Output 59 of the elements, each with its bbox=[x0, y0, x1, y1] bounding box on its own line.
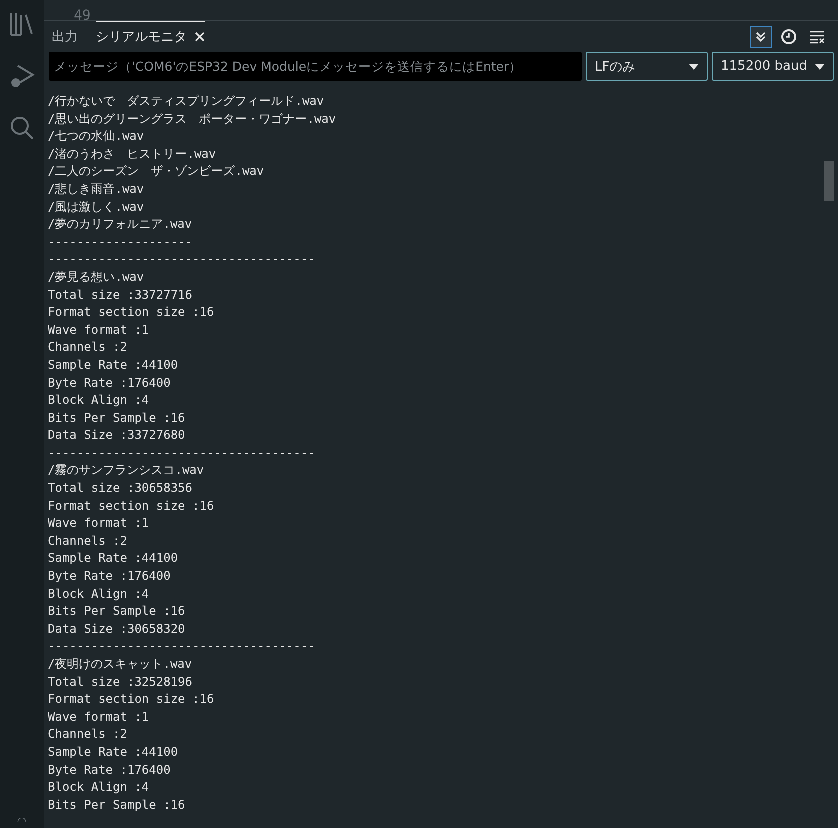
caret-icon bbox=[689, 64, 699, 70]
output-line: /夢見る想い.wav bbox=[48, 268, 146, 286]
output-line: Byte Rate :176400 bbox=[48, 762, 172, 779]
output-line: ------------------------------------- bbox=[48, 638, 316, 656]
output-line: /七つの水仙.wav bbox=[48, 128, 146, 146]
double-chevron-down-icon bbox=[755, 30, 767, 42]
autoscroll-button[interactable] bbox=[750, 26, 772, 48]
caret-icon bbox=[815, 64, 825, 70]
output-line: -------------------- bbox=[48, 234, 194, 251]
baud-rate-dropdown[interactable]: 115200 baud bbox=[712, 52, 834, 81]
output-line: Bits Per Sample :16 bbox=[48, 796, 186, 814]
output-line: /二人のシーズン ザ・ゾンビーズ.wav bbox=[48, 163, 266, 180]
output-line: Total size :32528196 bbox=[48, 674, 194, 691]
debug-play-icon[interactable] bbox=[9, 63, 35, 89]
output-line: ------------------------------------- bbox=[48, 251, 316, 268]
output-line: Wave format :1 bbox=[48, 322, 150, 339]
message-input[interactable]: メッセージ（'COM6'のESP32 Dev Moduleにメッセージを送信するにはEnter） bbox=[49, 52, 582, 81]
output-line: /風は激しく.wav bbox=[48, 198, 146, 216]
output-line: Total size :33727716 bbox=[48, 286, 194, 304]
output-line: Sample Rate :44100 bbox=[48, 550, 180, 568]
clock-icon bbox=[781, 28, 797, 44]
output-line: /渚のうわさ ヒストリー.wav bbox=[48, 146, 218, 163]
output-line: Channels :2 bbox=[48, 532, 128, 550]
output-line: Data Size :30658320 bbox=[48, 620, 186, 638]
output-line: Total size :30658356 bbox=[48, 480, 194, 498]
output-line: Format section size :16 bbox=[48, 498, 216, 515]
tab-label[interactable]: 出力 bbox=[52, 28, 78, 46]
output-line: /悲しき雨音.wav bbox=[48, 180, 146, 198]
output-line: Byte Rate :176400 bbox=[48, 568, 172, 586]
output-line: Format section size :16 bbox=[48, 304, 216, 322]
output-line: Format section size :16 bbox=[48, 691, 216, 708]
line-ending-dropdown[interactable]: LFのみ bbox=[586, 52, 708, 81]
output-line: ------------------------------------- bbox=[48, 444, 316, 462]
scrollbar-thumb[interactable] bbox=[824, 161, 834, 201]
panel-tab[interactable]: 出力 bbox=[52, 21, 78, 52]
output-line: /霧のサンフランシスコ.wav bbox=[48, 462, 206, 480]
output-line: /夢のカリフォルニア.wav bbox=[48, 216, 194, 234]
output-line: /夜明けのスキャット.wav bbox=[48, 656, 194, 673]
output-line: Block Align :4 bbox=[48, 392, 150, 410]
output-line: /行かないで ダスティスプリングフィールド.wav bbox=[48, 93, 326, 110]
tab-label[interactable]: シリアルモニタ bbox=[96, 28, 187, 46]
books-icon[interactable] bbox=[9, 11, 35, 37]
output-line: Bits Per Sample :16 bbox=[48, 603, 186, 620]
output-line: Channels :2 bbox=[48, 339, 128, 356]
output-line: Wave format :1 bbox=[48, 515, 150, 532]
output-line: Data Size :33727680 bbox=[48, 427, 186, 444]
output-line: Bits Per Sample :16 bbox=[48, 410, 186, 427]
search-icon[interactable] bbox=[9, 115, 35, 141]
clear-list-icon bbox=[809, 30, 825, 44]
line-number: 49 bbox=[74, 7, 91, 20]
output-line: Sample Rate :44100 bbox=[48, 744, 180, 761]
output-line: Channels :2 bbox=[48, 726, 128, 744]
output-line: Wave format :1 bbox=[48, 708, 150, 726]
output-line: Block Align :4 bbox=[48, 586, 150, 603]
close-icon[interactable] bbox=[195, 32, 205, 42]
output-line: Sample Rate :44100 bbox=[48, 356, 180, 374]
output-line: Byte Rate :176400 bbox=[48, 374, 172, 392]
output-line: /思い出のグリーングラス ポーター・ワゴナー.wav bbox=[48, 110, 338, 128]
output-line: Block Align :4 bbox=[48, 779, 150, 796]
